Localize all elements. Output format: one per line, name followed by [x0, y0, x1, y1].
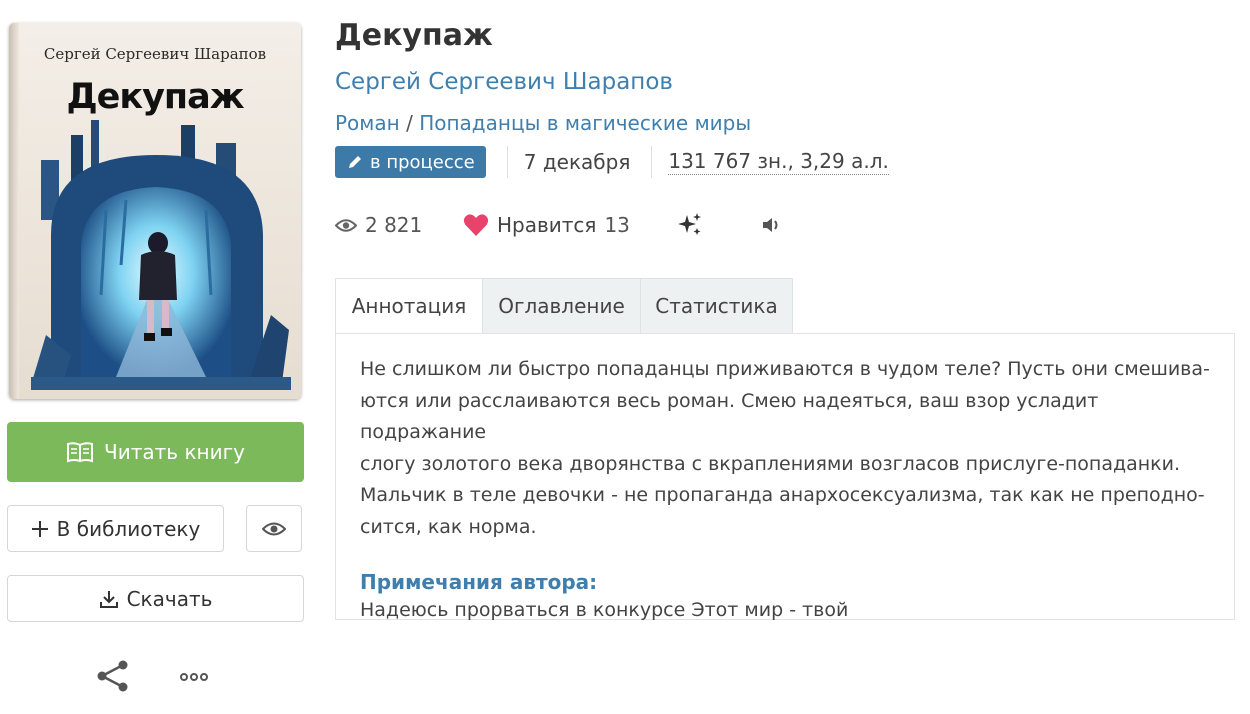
status-badge: в процессе — [335, 146, 486, 178]
author-link[interactable]: Сергей Сергеевич Шарапов — [335, 69, 673, 95]
likes-label: Нравится — [497, 213, 597, 237]
cover-author: Сергей Сергеевич Шарапов — [43, 45, 267, 63]
stats-row: 2 821 Нравится 13 — [335, 208, 783, 242]
annotation-text: Не слишком ли быстро попаданцы приживают… — [360, 354, 1210, 543]
publish-date: 7 декабря — [523, 150, 631, 174]
cover-title: Декупаж — [66, 77, 244, 117]
speaker-icon — [763, 218, 778, 232]
add-to-library-button[interactable]: В библиотеку — [7, 505, 224, 552]
annotation-line: слогу золотого века дворянства с вкрапле… — [360, 452, 1181, 475]
annotation-line: Мальчик в теле девочки - не пропаганда а… — [360, 484, 1205, 506]
listen-button[interactable] — [761, 215, 783, 235]
annotation-line: Не слишком ли быстро попаданцы приживают… — [360, 358, 1210, 380]
author-notes-text: Надеюсь прорваться в конкурсе Этот мир -… — [360, 599, 849, 621]
tab-contents[interactable]: Оглавление — [483, 278, 641, 334]
book-open-icon — [67, 442, 94, 463]
genre-breadcrumb: Роман / Попаданцы в магические миры — [335, 111, 751, 135]
genre-link[interactable]: Роман — [335, 111, 400, 135]
meta-divider — [651, 146, 653, 178]
subgenre-link[interactable]: Попаданцы в магические миры — [419, 111, 751, 135]
annotation-line: сится, как норма. — [360, 515, 537, 538]
views-stat: 2 821 — [335, 213, 463, 237]
sparkle-button[interactable] — [677, 212, 761, 238]
cover-illustration — [31, 120, 291, 390]
download-icon — [99, 590, 118, 608]
likes-count: 13 — [604, 213, 630, 237]
meta-divider — [506, 146, 508, 178]
annotation-line: ются или расслаиваются весь роман. Смею … — [360, 389, 1099, 444]
tab-annotation[interactable]: Аннотация — [335, 278, 483, 334]
book-meta: в процессе 7 декабря 131 767 зн., 3,29 а… — [335, 146, 889, 178]
views-count: 2 821 — [365, 213, 423, 237]
book-tabs: Аннотация Оглавление Статистика — [335, 278, 793, 334]
read-book-label: Читать книгу — [104, 440, 245, 464]
book-cover[interactable]: Сергей Сергеевич Шарапов Декупаж — [9, 23, 301, 399]
status-label: в процессе — [370, 151, 475, 173]
watch-button[interactable] — [246, 505, 302, 552]
annotation-panel: Не слишком ли быстро попаданцы приживают… — [335, 333, 1235, 621]
plus-icon — [31, 520, 48, 537]
pencil-icon — [349, 156, 361, 168]
like-button[interactable]: Нравится 13 — [463, 213, 677, 237]
eye-icon — [262, 522, 286, 535]
book-size[interactable]: 131 767 зн., 3,29 а.л. — [668, 149, 889, 175]
author-notes-title: Примечания автора: — [360, 570, 598, 594]
download-button[interactable]: Скачать — [7, 575, 304, 622]
read-book-button[interactable]: Читать книгу — [7, 422, 304, 482]
add-to-library-label: В библиотеку — [56, 516, 201, 541]
share-icon[interactable] — [96, 659, 130, 693]
views-eye-icon — [335, 218, 357, 232]
book-title: Декупаж — [335, 18, 493, 53]
more-dots-icon[interactable] — [179, 669, 209, 685]
heart-icon — [463, 214, 489, 236]
genre-separator: / — [406, 111, 413, 135]
tab-statistics[interactable]: Статистика — [641, 278, 793, 334]
sparkle-icon — [678, 213, 701, 235]
download-label: Скачать — [126, 586, 213, 611]
